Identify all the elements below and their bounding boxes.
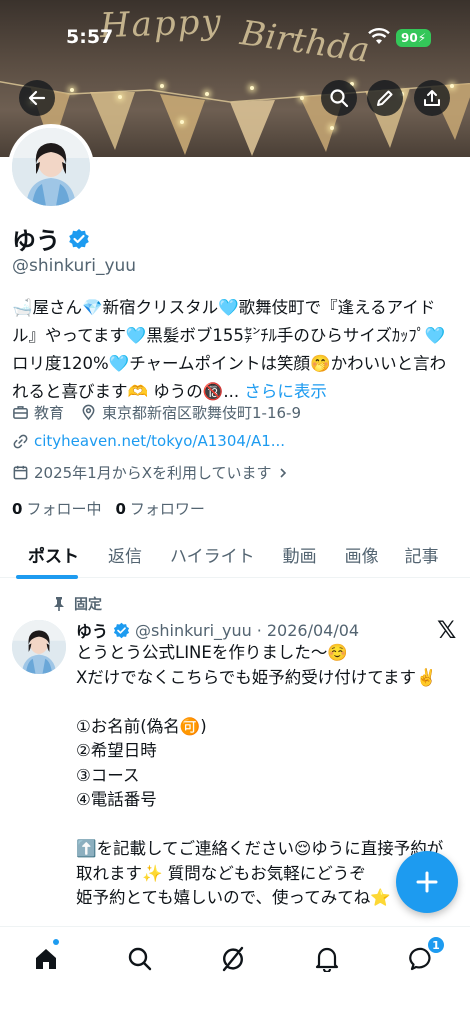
messages-badge: 1 — [427, 936, 445, 954]
share-icon — [424, 90, 440, 106]
edit-button[interactable] — [367, 80, 403, 116]
pinned-label: 固定 — [74, 597, 102, 613]
x-logo-icon: 𝕏 — [437, 616, 457, 644]
tweet-author-name[interactable]: ゆう — [76, 618, 108, 642]
tweet-avatar[interactable] — [12, 620, 66, 674]
joined-label: 2025年1月からXを利用しています — [34, 464, 272, 482]
nav-grok[interactable] — [213, 939, 253, 979]
search-button[interactable] — [321, 80, 357, 116]
wifi-icon — [368, 28, 390, 44]
display-name: ゆう — [12, 227, 60, 255]
followers-label: フォロワー — [129, 500, 205, 518]
tweet-author-handle: @shinkuri_yuu — [135, 620, 252, 640]
tweet-separator: · — [256, 620, 262, 640]
nav-notifications[interactable] — [307, 939, 347, 979]
tweet-date[interactable]: 2026/04/04 — [267, 621, 359, 640]
battery-level: 90 — [401, 31, 418, 45]
show-more-link[interactable]: さらに表示 — [244, 382, 327, 401]
home-icon — [36, 949, 56, 969]
pencil-icon — [377, 90, 393, 106]
link-icon — [13, 434, 28, 448]
calendar-icon — [13, 465, 28, 480]
home-notification-dot — [53, 939, 59, 945]
following-stat[interactable]: 0 フォロー中 — [12, 498, 101, 519]
profile-location: 東京都新宿区歌舞伎町1-16-9 — [80, 402, 301, 423]
search-icon — [128, 947, 152, 971]
followers-stat[interactable]: 0 フォロワー — [115, 498, 204, 519]
tab-label: 返信 — [108, 546, 142, 567]
profile-name-row: ゆう — [12, 221, 90, 256]
bio-text: 🛁屋さん💎新宿クリスタル🩵歌舞伎町で『逢えるアイドル』やってます🩵黒髪ボブ155… — [12, 298, 447, 401]
profile-handle: @shinkuri_yuu — [12, 256, 137, 276]
verified-badge-icon — [113, 622, 130, 638]
profile-website[interactable]: cityheaven.net/tokyo/A1304/A1... — [12, 432, 285, 450]
nav-search[interactable] — [120, 939, 160, 979]
website-link[interactable]: cityheaven.net/tokyo/A1304/A1... — [34, 432, 285, 450]
tab-posts[interactable]: ポスト — [0, 530, 94, 579]
back-button[interactable] — [19, 80, 55, 116]
category-label: 教育 — [34, 404, 65, 422]
plus-icon — [416, 871, 438, 893]
arrow-left-icon — [28, 90, 46, 106]
location-label: 東京都新宿区歌舞伎町1-16-9 — [102, 404, 302, 422]
tab-label: ポスト — [28, 546, 79, 567]
profile-bio: 🛁屋さん💎新宿クリスタル🩵歌舞伎町で『逢えるアイドル』やってます🩵黒髪ボブ155… — [12, 294, 458, 406]
tweet-header: ゆう @shinkuri_yuu · 2026/04/04 — [76, 618, 359, 642]
chevron-right-icon[interactable] — [277, 467, 289, 479]
share-button[interactable] — [414, 80, 450, 116]
tab-media[interactable]: 画像 — [331, 530, 393, 578]
bell-icon — [315, 947, 339, 972]
follow-stats: 0 フォロー中 0 フォロワー — [12, 498, 205, 519]
compose-post-button[interactable] — [396, 851, 458, 913]
tab-label: 画像 — [344, 546, 379, 567]
tab-label: 動画 — [282, 546, 317, 567]
profile-joined: 2025年1月からXを利用しています — [12, 462, 289, 483]
profile-meta-row: 教育 東京都新宿区歌舞伎町1-16-9 — [12, 402, 317, 423]
profile-tabs: ポスト 返信 ハイライト 動画 画像 記事 — [0, 530, 470, 579]
search-icon — [330, 89, 349, 108]
avatar-image — [12, 620, 66, 674]
avatar-image — [12, 128, 90, 206]
battery-indicator: 90⚡ — [396, 29, 432, 47]
followers-count: 0 — [115, 500, 126, 518]
nav-home[interactable] — [26, 939, 66, 979]
tab-videos[interactable]: 動画 — [269, 530, 331, 578]
pin-icon — [54, 597, 64, 611]
bottom-navigation: 1 — [0, 926, 470, 1024]
tab-replies[interactable]: 返信 — [94, 530, 156, 578]
profile-avatar[interactable] — [8, 124, 94, 210]
location-pin-icon — [82, 404, 95, 421]
grok-icon — [222, 946, 244, 972]
status-time: 5:57 — [66, 26, 114, 48]
tab-label: ハイライト — [170, 546, 255, 567]
tab-highlights[interactable]: ハイライト — [156, 530, 269, 578]
pinned-indicator: 固定 — [52, 594, 102, 614]
profile-category: 教育 — [12, 402, 64, 423]
tab-label: 記事 — [404, 546, 439, 567]
briefcase-icon — [13, 406, 28, 419]
verified-badge-icon[interactable] — [68, 228, 90, 250]
status-bar: 5:57 90⚡ — [0, 22, 470, 54]
following-label: フォロー中 — [26, 500, 102, 518]
following-count: 0 — [12, 500, 23, 518]
tab-articles[interactable]: 記事 — [393, 530, 451, 578]
